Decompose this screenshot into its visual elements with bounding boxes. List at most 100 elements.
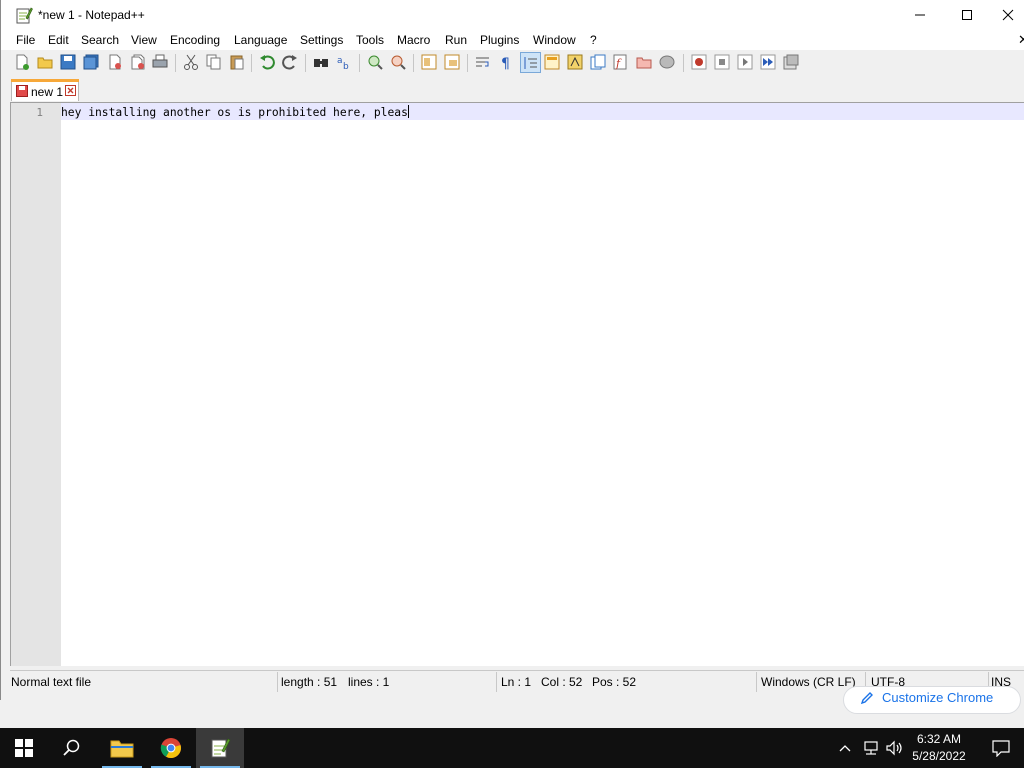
customize-chrome-button[interactable]: Customize Chrome: [843, 686, 1021, 714]
menu-macro[interactable]: Macro: [397, 33, 430, 47]
minimize-icon: [915, 14, 925, 16]
menu-window[interactable]: Window: [533, 33, 576, 47]
maximize-button[interactable]: [944, 0, 990, 30]
search-button[interactable]: [48, 728, 96, 768]
open-file-icon[interactable]: [37, 54, 53, 70]
minimize-button[interactable]: [897, 0, 943, 30]
pencil-icon: [860, 692, 873, 705]
save-macro-icon[interactable]: [783, 54, 799, 70]
svg-text:a: a: [337, 56, 343, 66]
network-icon[interactable]: [862, 740, 880, 756]
indent-guide-toggle[interactable]: [520, 52, 541, 73]
taskbar-chrome[interactable]: [147, 728, 195, 768]
maximize-icon: [962, 10, 972, 20]
unsaved-file-icon: [16, 85, 28, 97]
undo-icon[interactable]: [259, 54, 275, 70]
new-file-icon[interactable]: [14, 54, 30, 70]
customize-chrome-label: Customize Chrome: [882, 690, 994, 705]
toolbar-separator: [359, 54, 360, 72]
menu-language[interactable]: Language: [234, 33, 287, 47]
menu-tools[interactable]: Tools: [356, 33, 384, 47]
notepadpp-icon: [211, 738, 231, 758]
menu-view[interactable]: View: [131, 33, 157, 47]
toolbar-separator: [683, 54, 684, 72]
chevron-up-icon[interactable]: [838, 742, 852, 754]
run-macro-multiple-icon[interactable]: [760, 54, 776, 70]
replace-icon[interactable]: ab: [336, 54, 352, 70]
save-icon[interactable]: [60, 54, 76, 70]
toolbar-separator: [175, 54, 176, 72]
clock-time: 6:32 AM: [916, 732, 962, 746]
taskbar-file-explorer[interactable]: [98, 728, 146, 768]
toolbar: ab ¶ f: [1, 51, 1024, 75]
close-file-icon[interactable]: [107, 54, 123, 70]
menu-edit[interactable]: Edit: [48, 33, 69, 47]
document-list-icon[interactable]: [590, 54, 606, 70]
zoom-in-icon[interactable]: [367, 54, 383, 70]
menu-settings[interactable]: Settings: [300, 33, 343, 47]
text-caret: [407, 105, 409, 118]
close-icon: [1002, 9, 1014, 21]
toolbar-separator: [251, 54, 252, 72]
monitoring-icon[interactable]: [659, 54, 675, 70]
text-editor[interactable]: 1 hey installing another os is prohibite…: [10, 102, 1024, 666]
close-button[interactable]: [991, 0, 1024, 30]
status-eol-format[interactable]: Windows (CR LF): [761, 675, 856, 689]
taskbar-notepadpp[interactable]: [196, 728, 244, 768]
volume-icon[interactable]: [885, 739, 903, 757]
document-text-line: hey installing another os is prohibited …: [61, 106, 408, 119]
sync-vertical-icon[interactable]: [421, 54, 437, 70]
toolbar-separator: [305, 54, 306, 72]
menu-plugins[interactable]: Plugins: [480, 33, 519, 47]
svg-text:b: b: [343, 62, 349, 70]
chrome-icon: [160, 738, 181, 759]
find-icon[interactable]: [313, 54, 329, 70]
cut-icon[interactable]: [183, 54, 199, 70]
start-button[interactable]: [0, 728, 48, 768]
search-icon: [63, 739, 80, 756]
menu-search[interactable]: Search: [81, 33, 119, 47]
notepadpp-app-icon: [16, 7, 33, 24]
tab-bar: new 1: [1, 77, 1024, 101]
taskbar-clock[interactable]: 6:32 AM 5/28/2022: [910, 731, 968, 765]
stop-recording-icon[interactable]: [714, 54, 730, 70]
menu-help[interactable]: ?: [590, 33, 597, 47]
redo-icon[interactable]: [282, 54, 298, 70]
status-length: length : 51: [281, 675, 338, 689]
function-list-icon[interactable]: f: [613, 54, 629, 70]
notepadpp-window: *new 1 - Notepad++ File Edit Search View…: [0, 0, 1024, 700]
action-center-button[interactable]: [978, 728, 1024, 768]
print-icon[interactable]: [152, 54, 168, 70]
paste-icon[interactable]: [229, 54, 245, 70]
save-all-icon[interactable]: [83, 54, 99, 70]
close-all-icon[interactable]: [130, 54, 146, 70]
indent-guide-icon: [524, 57, 537, 69]
record-macro-icon[interactable]: [691, 54, 707, 70]
document-map-icon[interactable]: [567, 54, 583, 70]
tab-close-icon[interactable]: [65, 85, 76, 96]
status-divider: [277, 672, 278, 692]
title-bar[interactable]: *new 1 - Notepad++: [1, 0, 1024, 30]
sync-horizontal-icon[interactable]: [444, 54, 460, 70]
play-macro-icon[interactable]: [737, 54, 753, 70]
menu-run[interactable]: Run: [445, 33, 467, 47]
menu-file[interactable]: File: [16, 33, 35, 47]
status-position: Pos : 52: [592, 675, 637, 689]
zoom-out-icon[interactable]: [390, 54, 406, 70]
folder-workspace-icon[interactable]: [636, 54, 652, 70]
udl-icon[interactable]: [544, 54, 560, 70]
menu-bar: File Edit Search View Encoding Language …: [1, 30, 1024, 50]
windows-taskbar: 6:32 AM 5/28/2022: [0, 728, 1024, 768]
copy-icon[interactable]: [206, 54, 222, 70]
close-document-button[interactable]: ✕: [1018, 32, 1024, 48]
tab-new-1[interactable]: new 1: [11, 79, 79, 101]
status-lines: lines : 1: [348, 675, 390, 689]
status-divider: [756, 672, 757, 692]
file-explorer-icon: [110, 740, 134, 758]
status-column: Col : 52: [541, 675, 583, 689]
menu-encoding[interactable]: Encoding: [170, 33, 220, 47]
document-text[interactable]: hey installing another os is prohibited …: [61, 105, 409, 119]
word-wrap-icon[interactable]: [475, 54, 491, 70]
show-all-characters-icon[interactable]: ¶: [498, 54, 514, 70]
status-divider: [496, 672, 497, 692]
